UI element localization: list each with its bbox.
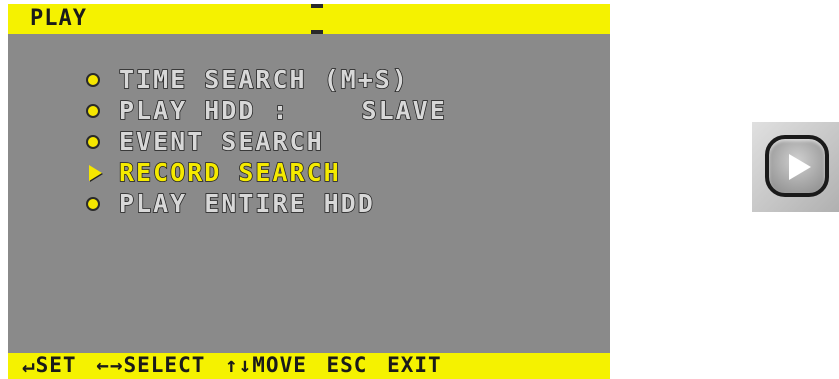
menu-item-label: PLAY ENTIRE HDD bbox=[118, 188, 375, 219]
play-button[interactable] bbox=[765, 135, 829, 197]
arrow-right-icon bbox=[89, 164, 102, 181]
bullet-icon bbox=[86, 103, 100, 118]
menu-item-play-hdd[interactable]: PLAY HDD : SLAVE bbox=[86, 95, 447, 126]
menu-item-label: RECORD SEARCH bbox=[118, 157, 341, 188]
bullet-icon bbox=[86, 72, 100, 87]
menu-item-value-hdd[interactable]: SLAVE bbox=[361, 95, 447, 126]
play-button-panel bbox=[752, 122, 839, 212]
osd-menu-panel: PLAY TIME SEARCH (M+S) PLAY HDD : SLAVE … bbox=[8, 4, 610, 379]
menu-item-label: EVENT SEARCH bbox=[118, 126, 324, 157]
menu-item-event-search[interactable]: EVENT SEARCH bbox=[86, 126, 447, 157]
page-title: PLAY bbox=[30, 6, 87, 31]
menu-item-label: PLAY HDD : bbox=[118, 95, 290, 126]
bullet-icon bbox=[86, 134, 100, 149]
menu-item-record-search[interactable]: RECORD SEARCH bbox=[86, 157, 447, 188]
footer-bar: ↵SET ←→SELECT ↑↓MOVE ESC EXIT bbox=[8, 353, 610, 379]
title-bar-marker-bottom bbox=[311, 30, 323, 34]
menu-item-label: TIME SEARCH (M+S) bbox=[118, 64, 409, 95]
key-hints: ↵SET ←→SELECT ↑↓MOVE ESC EXIT bbox=[22, 353, 442, 377]
title-bar: PLAY bbox=[8, 4, 610, 34]
bullet-icon bbox=[86, 196, 100, 211]
play-menu: TIME SEARCH (M+S) PLAY HDD : SLAVE EVENT… bbox=[86, 64, 447, 219]
title-bar-marker-top bbox=[311, 4, 323, 8]
menu-item-time-search[interactable]: TIME SEARCH (M+S) bbox=[86, 64, 447, 95]
menu-item-play-entire-hdd[interactable]: PLAY ENTIRE HDD bbox=[86, 188, 447, 219]
play-icon bbox=[789, 154, 811, 180]
